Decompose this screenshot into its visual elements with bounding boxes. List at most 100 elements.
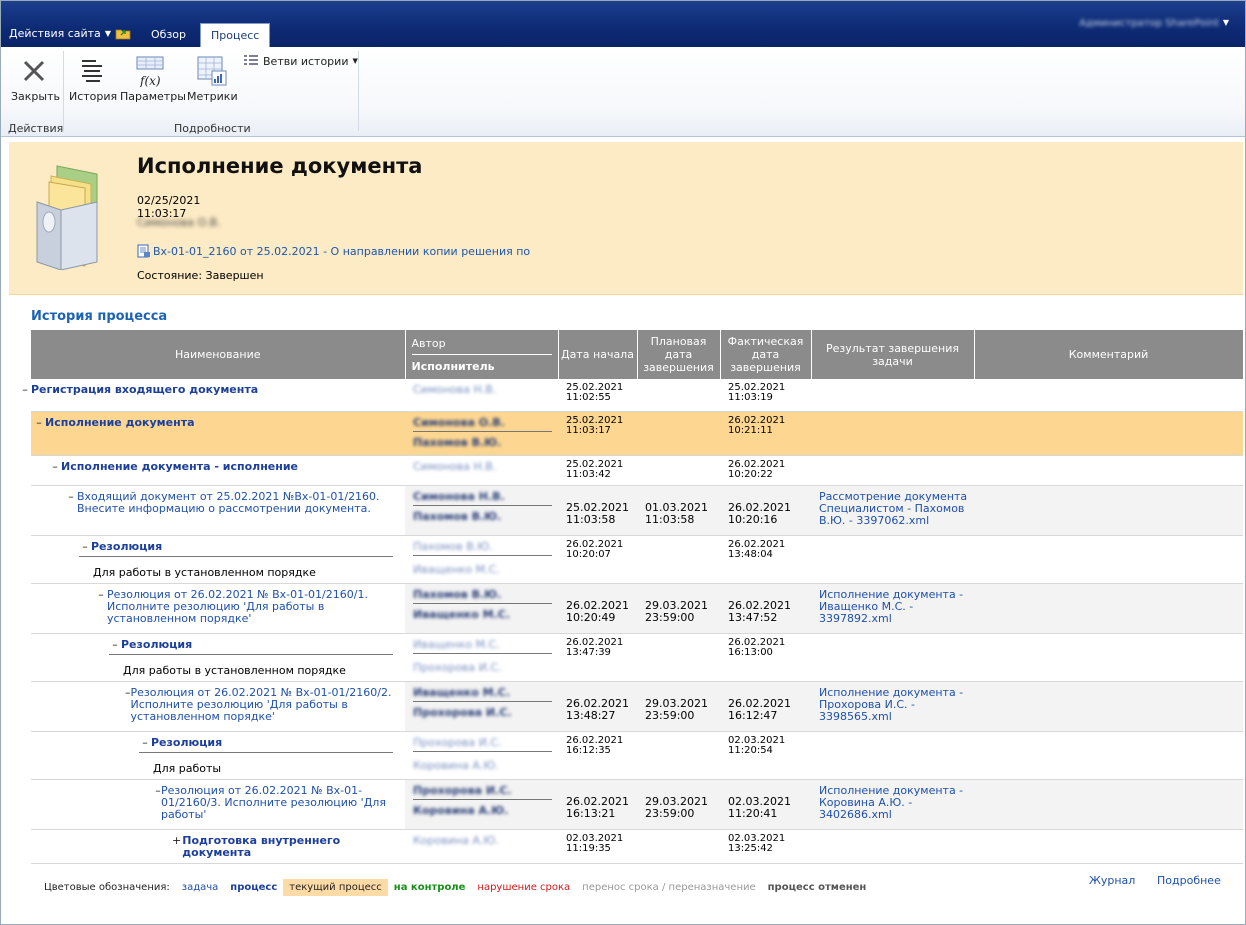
cell-planned: 29.03.2021 23:59:00: [637, 681, 720, 732]
cell-comment: [974, 633, 1243, 682]
metrics-button[interactable]: Метрики: [187, 55, 238, 103]
process-name-link[interactable]: Резолюция: [151, 736, 222, 749]
process-history-table: Наименование Автор Исполнитель Дата нача…: [22, 330, 1244, 864]
history-branches-dropdown[interactable]: Ветви истории ▼: [243, 54, 358, 68]
header-actual[interactable]: Фактическая дата завершения: [720, 330, 812, 379]
result-link[interactable]: Исполнение документа - Прохорова И.С. - …: [819, 686, 963, 723]
table-header-row: Наименование Автор Исполнитель Дата нача…: [31, 330, 1244, 379]
result-link[interactable]: Исполнение документа - Коровина А.Ю. - 3…: [819, 784, 963, 821]
toggle-icon[interactable]: –: [109, 638, 121, 651]
toggle-icon[interactable]: –: [65, 490, 77, 515]
header-name[interactable]: Наименование: [31, 330, 406, 379]
params-button[interactable]: f(x) Параметры: [120, 55, 186, 103]
process-name-link[interactable]: Резолюция от 26.02.2021 № Вх-01-01/2160/…: [161, 784, 399, 821]
legend-cancelled: процесс отменен: [767, 882, 867, 893]
toggle-icon[interactable]: –: [95, 588, 107, 625]
chevron-down-icon[interactable]: ▼: [1223, 18, 1229, 27]
cell-result: Рассмотрение документа Специалистом - Па…: [811, 485, 974, 536]
executor-name[interactable]: Коровина А.Ю.: [413, 759, 499, 772]
author-name[interactable]: Коровина А.Ю.: [413, 834, 499, 847]
process-name-link[interactable]: Резолюция: [121, 638, 192, 651]
header-planned[interactable]: Плановая дата завершения: [637, 330, 721, 379]
history-button[interactable]: История: [69, 55, 117, 103]
executor-name[interactable]: Иващенко М.С.: [413, 608, 510, 621]
navigate-up-icon[interactable]: [115, 26, 131, 40]
ribbon: Закрыть История f(x) Параметры Метрики В…: [1, 47, 1245, 137]
author-name[interactable]: Пахомов В.Ю.: [413, 588, 501, 601]
document-link[interactable]: Вх-01-01_2160 от 25.02.2021 - О направле…: [137, 244, 530, 258]
group-label-details: Подробности: [174, 122, 251, 135]
author-name[interactable]: Симонова Н.В.: [413, 383, 496, 396]
header-start[interactable]: Дата начала: [558, 330, 638, 379]
result-link[interactable]: Исполнение документа - Иващенко М.С. - 3…: [819, 588, 963, 625]
author-name[interactable]: Прохорова И.С.: [413, 736, 502, 749]
author-name[interactable]: Иващенко М.С.: [413, 686, 510, 699]
cell-actual: 26.02.2021 10:20:22: [720, 455, 811, 486]
cell-actual: 26.02.2021 13:48:04: [720, 535, 811, 584]
author-name[interactable]: Прохорова И.С.: [413, 784, 512, 797]
author-name[interactable]: Иващенко М.С.: [413, 638, 500, 651]
header-result[interactable]: Результат завершения задачи: [811, 330, 975, 379]
process-name-link[interactable]: Входящий документ от 25.02.2021 №Вх-01-0…: [77, 490, 380, 515]
cell-comment: [974, 411, 1243, 456]
header-comment[interactable]: Комментарий: [974, 330, 1244, 379]
close-button[interactable]: Закрыть: [11, 55, 60, 103]
executor-name[interactable]: Коровина А.Ю.: [413, 804, 508, 817]
process-name-link[interactable]: Исполнение документа - исполнение: [61, 460, 298, 473]
author-name[interactable]: Симонова Н.В.: [413, 490, 505, 503]
cell-planned: 29.03.2021 23:59:00: [637, 779, 720, 830]
site-actions-menu[interactable]: Действия сайта ▼: [9, 27, 111, 40]
cell-planned: 01.03.2021 11:03:58: [637, 485, 720, 536]
journal-link[interactable]: Журнал: [1089, 874, 1135, 887]
legend-process: процесс: [230, 882, 278, 893]
cell-comment: [974, 485, 1243, 536]
cell-author-executor: Иващенко М.С. Прохорова И.С.: [405, 681, 558, 732]
executor-name[interactable]: Прохорова И.С.: [413, 706, 512, 719]
executor-name[interactable]: Пахомов В.Ю.: [413, 436, 501, 449]
process-name-link[interactable]: Резолюция от 26.02.2021 № Вх-01-01/2160/…: [107, 588, 395, 625]
toggle-icon[interactable]: +: [171, 834, 182, 859]
table-row: – Резолюция от 26.02.2021 № Вх-01-01/2160…: [31, 681, 1243, 732]
cell-comment: [974, 731, 1243, 780]
author-name[interactable]: Симонова Н.В.: [413, 460, 496, 473]
toggle-icon[interactable]: –: [49, 460, 61, 473]
tab-overview[interactable]: Обзор: [141, 23, 196, 47]
tab-process[interactable]: Процесс: [200, 23, 271, 48]
user-menu[interactable]: Администратор SharePoint: [1079, 18, 1219, 29]
cell-actual: 26.02.2021 10:21:11: [720, 411, 811, 456]
divider: [63, 51, 64, 131]
process-name-link[interactable]: Резолюция от 26.02.2021 № Вх-01-01/2160/…: [131, 686, 400, 723]
cell-planned: [637, 411, 720, 456]
table-row: – Резолюция Для работы в установленном пор…: [31, 535, 1243, 584]
toggle-icon[interactable]: –: [19, 384, 31, 396]
svg-text:f(x): f(x): [139, 74, 161, 87]
cell-actual: 02.03.2021 13:25:42: [720, 829, 811, 864]
process-name-link[interactable]: Резолюция: [91, 540, 162, 553]
cell-planned: [637, 455, 720, 486]
cell-author-executor: Симонова О.В. Пахомов В.Ю.: [405, 411, 558, 456]
more-link[interactable]: Подробнее: [1157, 874, 1221, 887]
process-name-link[interactable]: Исполнение документа: [45, 416, 195, 429]
author-name[interactable]: Симонова О.В.: [413, 416, 505, 429]
header-author-executor[interactable]: Автор Исполнитель: [405, 330, 559, 379]
toggle-icon[interactable]: –: [139, 736, 151, 749]
executor-name[interactable]: Прохорова И.С.: [413, 661, 502, 674]
result-link[interactable]: Рассмотрение документа Специалистом - Па…: [819, 490, 967, 527]
legend-transfer: перенос срока / переназначение: [582, 882, 756, 893]
actual-date: 02.03.2021 13:25:42: [728, 832, 786, 854]
cell-planned: [637, 829, 720, 864]
group-label-actions: Действия: [8, 122, 64, 135]
cell-result: [811, 379, 974, 412]
executor-name[interactable]: Иващенко М.С.: [413, 563, 500, 576]
divider: [358, 51, 359, 131]
toggle-icon[interactable]: –: [79, 540, 91, 553]
start-date: 26.02.2021 13:48:27: [566, 696, 629, 722]
executor-name[interactable]: Пахомов В.Ю.: [413, 510, 501, 523]
process-name-link[interactable]: Регистрация входящего документа: [31, 384, 258, 396]
process-name-link[interactable]: Подготовка внутреннего документа: [182, 834, 399, 859]
author-name[interactable]: Пахомов В.Ю.: [413, 540, 493, 553]
legend-label: Цветовые обозначения:: [44, 882, 170, 893]
cell-actual: 26.02.2021 16:13:00: [720, 633, 811, 682]
toggle-icon[interactable]: –: [33, 416, 45, 429]
cell-start: 26.02.2021 16:13:21: [558, 779, 637, 830]
